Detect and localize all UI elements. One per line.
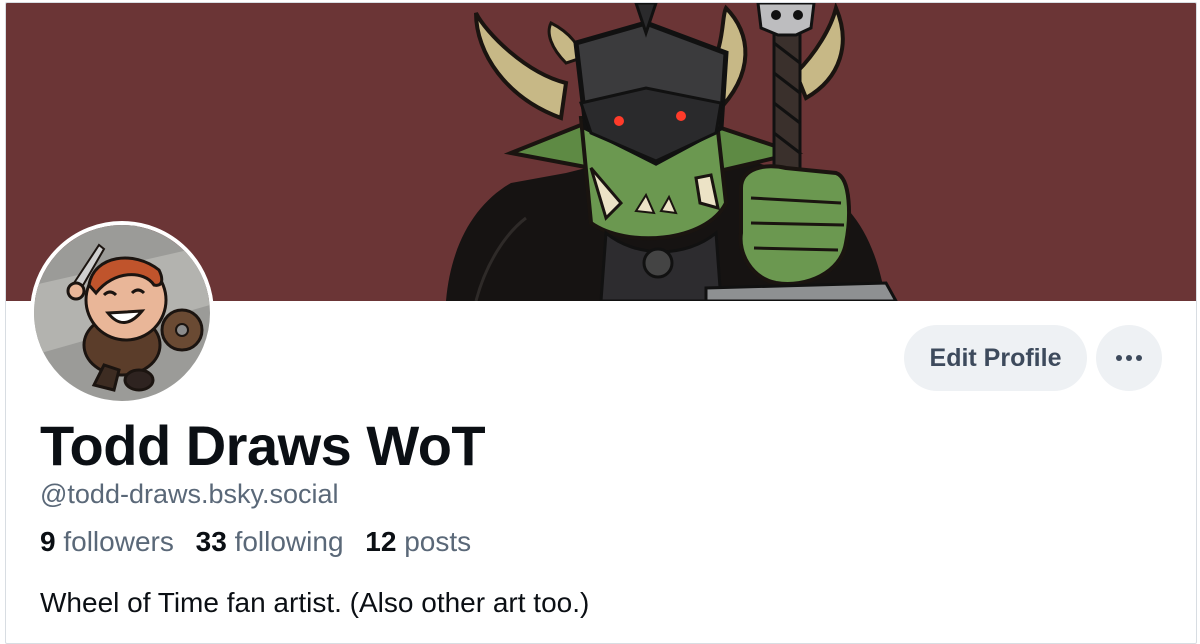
cartoon-adventurer-illustration — [34, 225, 210, 401]
posts-stat: 12 posts — [365, 526, 471, 557]
profile-handle: @todd-draws.bsky.social — [40, 479, 339, 509]
following-count: 33 — [195, 526, 227, 557]
avatar[interactable] — [30, 221, 214, 405]
display-name: Todd Draws WoT — [40, 414, 486, 477]
following-label: following — [234, 526, 344, 557]
ellipsis-icon — [1116, 355, 1142, 361]
followers-label: followers — [63, 526, 174, 557]
profile-bio: Wheel of Time fan artist. (Also other ar… — [40, 587, 590, 618]
posts-count: 12 — [365, 526, 397, 557]
edit-profile-button[interactable]: Edit Profile — [904, 325, 1087, 391]
followers-count: 9 — [40, 526, 56, 557]
more-options-button[interactable] — [1096, 325, 1162, 391]
posts-label: posts — [404, 526, 472, 557]
profile-stats: 9 followers 33 following 12 posts — [40, 526, 485, 558]
following-stat[interactable]: 33 following — [196, 526, 344, 557]
profile-card: Edit Profile Todd Draws WoT @todd-draws.… — [5, 2, 1197, 644]
followers-stat[interactable]: 9 followers — [40, 526, 174, 557]
